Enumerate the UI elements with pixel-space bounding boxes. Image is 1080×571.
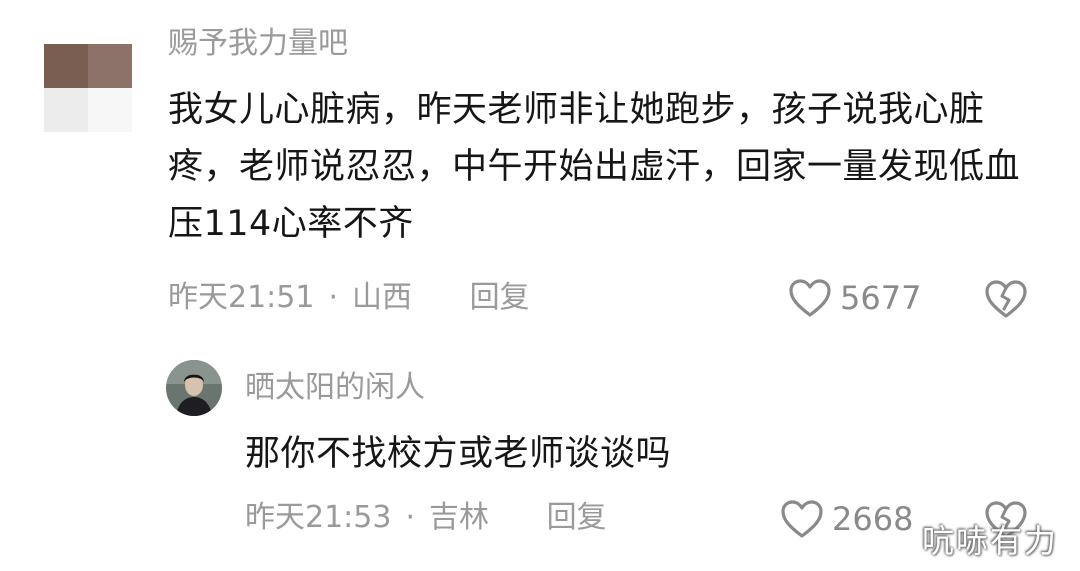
like-count: 5677 [840, 279, 922, 317]
heart-outline-icon [788, 278, 832, 318]
avatar[interactable] [44, 44, 132, 132]
like-button[interactable]: 5677 [788, 278, 921, 318]
comment-username[interactable]: 晒太阳的闲人 [245, 370, 425, 406]
like-count: 2668 [832, 500, 914, 538]
avatar-cell [44, 88, 88, 132]
broken-heart-icon[interactable] [984, 279, 1028, 323]
comment-text: 那你不找校方或老师谈谈吗 [245, 434, 672, 474]
comment-time: 昨天21:53 [245, 500, 392, 535]
heart-outline-icon [780, 499, 824, 539]
comment-location: 山西 [352, 280, 413, 315]
avatar-cell [44, 44, 88, 88]
watermark: 吭哧有力 [921, 522, 1058, 560]
comment-meta: 昨天21:53 · 吉林 回复 [245, 500, 607, 536]
comment-text: 我女儿心脏病，昨天老师非让她跑步，孩子说我心脏疼，老师说忍忍，中午开始出虚汗，回… [168, 90, 1021, 244]
comment-location: 吉林 [429, 500, 490, 535]
avatar-cell [88, 44, 132, 88]
comment-time: 昨天21:51 [168, 280, 315, 315]
like-button[interactable]: 2668 [780, 499, 913, 539]
comment-username[interactable]: 赐予我力量吧 [168, 26, 348, 62]
avatar-cell [88, 88, 132, 132]
comment-meta: 昨天21:51 · 山西 回复 [168, 280, 530, 316]
meta-separator: · [405, 500, 416, 535]
reply-button[interactable]: 回复 [470, 280, 530, 316]
avatar[interactable] [166, 360, 222, 416]
meta-separator: · [328, 280, 339, 315]
reply-button[interactable]: 回复 [547, 500, 607, 536]
